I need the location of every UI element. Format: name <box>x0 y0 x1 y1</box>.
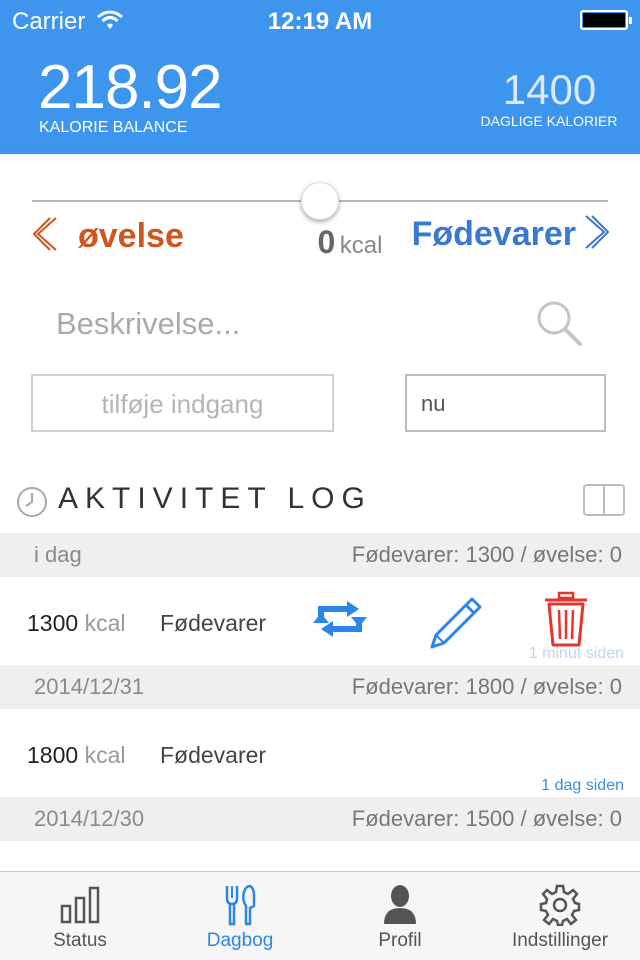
chevron-left-icon <box>32 216 60 257</box>
bar-chart-icon <box>60 884 100 929</box>
food-selector[interactable]: Fødevarer <box>412 210 610 258</box>
search-icon[interactable] <box>534 298 584 353</box>
food-label: Fødevarer <box>411 214 576 253</box>
calorie-slider-thumb[interactable] <box>301 182 339 220</box>
clock-icon <box>16 486 48 523</box>
summary-header: Carrier 12:19 AM 218.92 KALORIE BALANCE … <box>0 0 640 154</box>
entry-type: Fødevarer <box>160 742 267 768</box>
day-header: i dag Fødevarer: 1300 / øvelse: 0 <box>0 533 640 577</box>
tab-bar: Status Dagbog Profil Indstillinger <box>0 871 640 960</box>
entry-kcal-unit: kcal <box>84 610 126 636</box>
tab-profil[interactable]: Profil <box>320 872 480 960</box>
tab-status[interactable]: Status <box>0 872 160 960</box>
entry-kcal-unit: kcal <box>84 742 126 768</box>
tab-dagbog-label: Dagbog <box>206 930 274 951</box>
book-icon[interactable] <box>582 483 626 522</box>
day-header: 2014/12/31 Fødevarer: 1800 / øvelse: 0 <box>0 665 640 709</box>
entry-kcal-value: 1800 <box>27 742 79 768</box>
day-date: i dag <box>34 542 82 567</box>
entry-time-ago: 1 dag siden <box>541 777 624 794</box>
chevron-right-icon <box>582 214 610 255</box>
day-date: 2014/12/31 <box>34 674 145 699</box>
log-entry-row[interactable]: 1800 kcal Fødevarer 1 dag siden <box>0 709 640 797</box>
day-summary: Fødevarer: 1300 / øvelse: 0 <box>351 542 622 567</box>
tab-status-label: Status <box>53 930 107 951</box>
calorie-balance-label: KALORIE BALANCE <box>39 119 188 136</box>
person-icon <box>382 884 418 929</box>
entry-kcal: 1300 kcal <box>27 610 125 637</box>
kcal-amount-unit: kcal <box>339 232 383 259</box>
log-entry-row[interactable]: 1300 kcal Fødevarer 1 minut siden <box>0 577 640 665</box>
daily-calories-value[interactable]: 1400 <box>472 66 627 114</box>
day-date: 2014/12/30 <box>34 806 145 831</box>
entry-type: Fødevarer <box>160 610 267 636</box>
status-time: 12:19 AM <box>267 8 373 35</box>
day-summary: Fødevarer: 1500 / øvelse: 0 <box>351 806 622 831</box>
description-input[interactable] <box>56 300 496 348</box>
gear-icon <box>539 884 581 931</box>
kcal-amount: 0 kcal <box>300 224 400 261</box>
exercise-label: øvelse <box>78 216 184 255</box>
battery-icon <box>580 10 632 30</box>
kcal-amount-value: 0 <box>317 224 336 260</box>
activity-log-title: AKTIVITET LOG <box>58 482 372 515</box>
calorie-balance-value: 218.92 <box>38 53 223 122</box>
tab-profil-label: Profil <box>378 930 422 951</box>
add-entry-button[interactable]: tilføje indgang <box>31 374 334 432</box>
status-bar: Carrier 12:19 AM <box>0 0 640 40</box>
tab-indstillinger[interactable]: Indstillinger <box>480 872 640 960</box>
fork-knife-icon <box>224 884 256 931</box>
entry-kcal: 1800 kcal <box>27 742 125 769</box>
day-summary: Fødevarer: 1800 / øvelse: 0 <box>351 674 622 699</box>
edit-icon[interactable] <box>428 595 484 656</box>
entry-kcal-value: 1300 <box>27 610 79 636</box>
exercise-selector[interactable]: øvelse <box>32 212 184 260</box>
tab-indstillinger-label: Indstillinger <box>511 930 609 951</box>
day-header: 2014/12/30 Fødevarer: 1500 / øvelse: 0 <box>0 797 640 841</box>
time-field[interactable]: nu <box>405 374 606 432</box>
activity-log-header: AKTIVITET LOG <box>0 478 640 524</box>
repeat-icon[interactable] <box>313 599 367 644</box>
tab-dagbog[interactable]: Dagbog <box>160 872 320 960</box>
entry-time-ago: 1 minut siden <box>528 645 624 662</box>
daily-calories-label: DAGLIGE KALORIER <box>480 113 618 129</box>
description-search <box>56 300 586 350</box>
